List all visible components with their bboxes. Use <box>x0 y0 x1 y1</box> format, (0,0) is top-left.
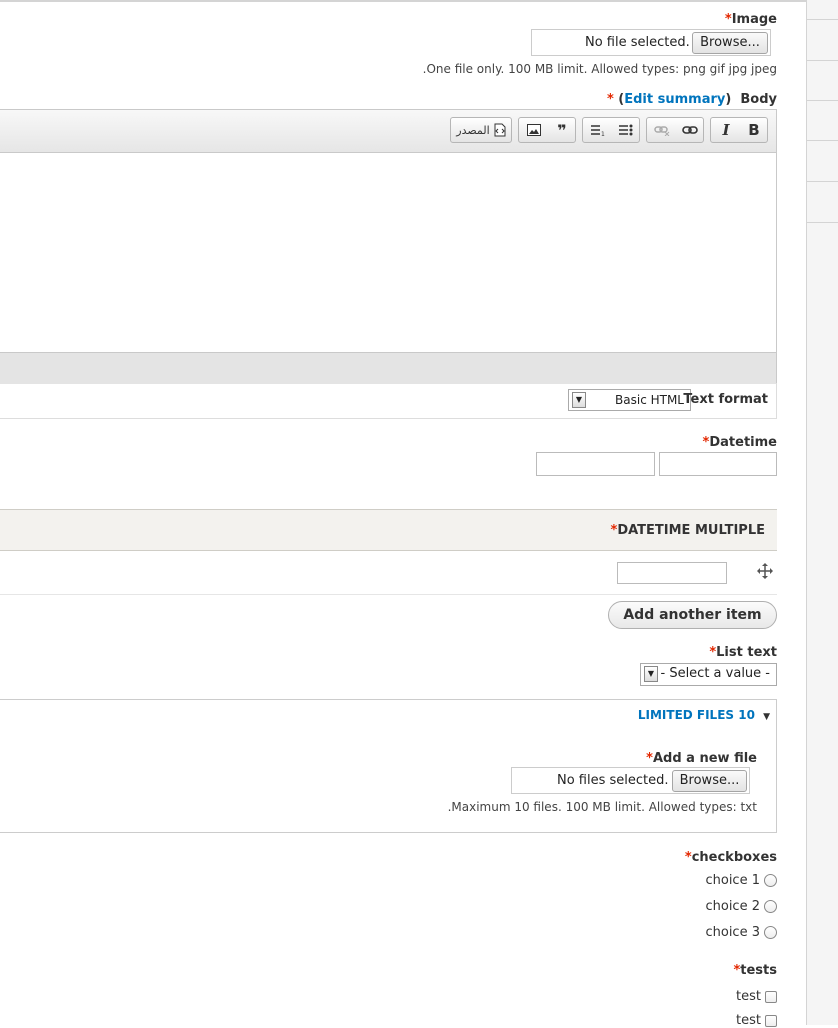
limited-files-legend[interactable]: LIMITED FILES 10 ▼ <box>638 708 770 723</box>
image-description: One file only. 100 MB limit. Allowed typ… <box>422 62 777 76</box>
image-button[interactable] <box>520 118 548 142</box>
text-format-label: Text format <box>683 392 768 407</box>
test-1-checkbox[interactable] <box>765 991 777 1003</box>
drag-handle-icon[interactable] <box>757 563 773 579</box>
list-text-select[interactable]: ▼ - Select a value - <box>640 663 777 686</box>
datetime-multiple-input[interactable] <box>617 562 727 584</box>
bullet-list-icon <box>619 124 633 136</box>
choice-3-radio[interactable] <box>764 926 777 939</box>
datetime-multiple-label: *DATETIME MULTIPLE <box>610 523 765 538</box>
datetime-date-input[interactable] <box>536 452 655 476</box>
no-files-text: No files selected. <box>557 773 669 788</box>
unlink-icon <box>654 126 670 136</box>
text-format-value: Basic HTML <box>615 393 684 407</box>
chevron-down-icon: ▼ <box>572 392 586 408</box>
italic-button[interactable]: I <box>712 118 740 142</box>
blockquote-button[interactable]: ❞ <box>548 118 576 142</box>
list-text-label: *List text <box>709 645 777 660</box>
text-format-row: ▼ Basic HTML Text format <box>0 383 777 419</box>
numbered-list-button[interactable]: 123 <box>584 118 612 142</box>
caret-down-icon: ▼ <box>763 712 770 722</box>
svg-text:123: 123 <box>601 131 605 136</box>
link-icon <box>682 126 698 134</box>
choice-2-label: choice 2 <box>705 899 760 914</box>
toolbar-group-format: I B <box>710 117 768 143</box>
top-border <box>0 0 806 2</box>
list-text-value: - Select a value - <box>660 666 771 681</box>
limited-files-fieldset: LIMITED FILES 10 ▼ *Add a new file No fi… <box>0 699 777 833</box>
chevron-down-icon: ▼ <box>644 666 658 682</box>
datetime-label: *Datetime <box>702 435 777 450</box>
limited-files-description: Maximum 10 files. 100 MB limit. Allowed … <box>447 800 757 814</box>
limited-files-legend-text: LIMITED FILES 10 <box>637 708 755 722</box>
image-browse-button[interactable]: Browse... <box>692 32 768 54</box>
edit-summary-link[interactable]: Edit summary <box>624 92 725 107</box>
link-button[interactable] <box>676 118 704 142</box>
choice-1-label: choice 1 <box>705 873 760 888</box>
right-sidebar <box>806 0 838 1025</box>
tests-label: *tests <box>733 963 777 978</box>
choice-1-radio[interactable] <box>764 874 777 887</box>
toolbar-group-media: ❞ <box>518 117 576 143</box>
bullet-list-button[interactable] <box>612 118 640 142</box>
unlink-button[interactable] <box>648 118 676 142</box>
numbered-list-icon: 123 <box>591 125 605 136</box>
datetime-multiple-header: *DATETIME MULTIPLE <box>0 509 777 551</box>
editor-statusbar <box>0 352 776 384</box>
limited-files-input[interactable]: No files selected. Browse... <box>511 767 750 794</box>
choice-2-radio[interactable] <box>764 900 777 913</box>
source-icon <box>494 123 506 137</box>
no-file-text: No file selected. <box>585 35 690 50</box>
image-label: *Image <box>724 12 777 27</box>
image-icon <box>527 124 541 136</box>
test-1-label: test <box>736 989 761 1004</box>
test-2-label: test <box>736 1013 761 1028</box>
toolbar-group-links <box>646 117 704 143</box>
image-file-input[interactable]: No file selected. Browse... <box>531 29 771 56</box>
bold-button[interactable]: B <box>740 118 768 142</box>
source-button[interactable]: المصدر <box>453 118 509 142</box>
body-editor[interactable]: المصدر ❞ 123 <box>0 109 777 384</box>
body-label: * (Edit summary) Body <box>606 92 777 107</box>
checkboxes-label: *checkboxes <box>684 850 777 865</box>
text-format-select[interactable]: ▼ Basic HTML <box>568 389 691 411</box>
test-2-checkbox[interactable] <box>765 1015 777 1027</box>
quote-icon: ❞ <box>557 120 567 140</box>
source-label: المصدر <box>456 123 490 137</box>
toolbar-group-source: المصدر <box>450 117 512 143</box>
add-new-file-label: *Add a new file <box>646 751 757 766</box>
choice-3-label: choice 3 <box>705 925 760 940</box>
limited-files-browse-button[interactable]: Browse... <box>672 770 747 792</box>
datetime-multiple-row <box>0 551 777 595</box>
editor-toolbar: المصدر ❞ 123 <box>0 110 776 153</box>
add-another-item-button[interactable]: Add another item <box>608 601 777 629</box>
datetime-time-input[interactable] <box>659 452 777 476</box>
toolbar-group-lists: 123 <box>582 117 640 143</box>
